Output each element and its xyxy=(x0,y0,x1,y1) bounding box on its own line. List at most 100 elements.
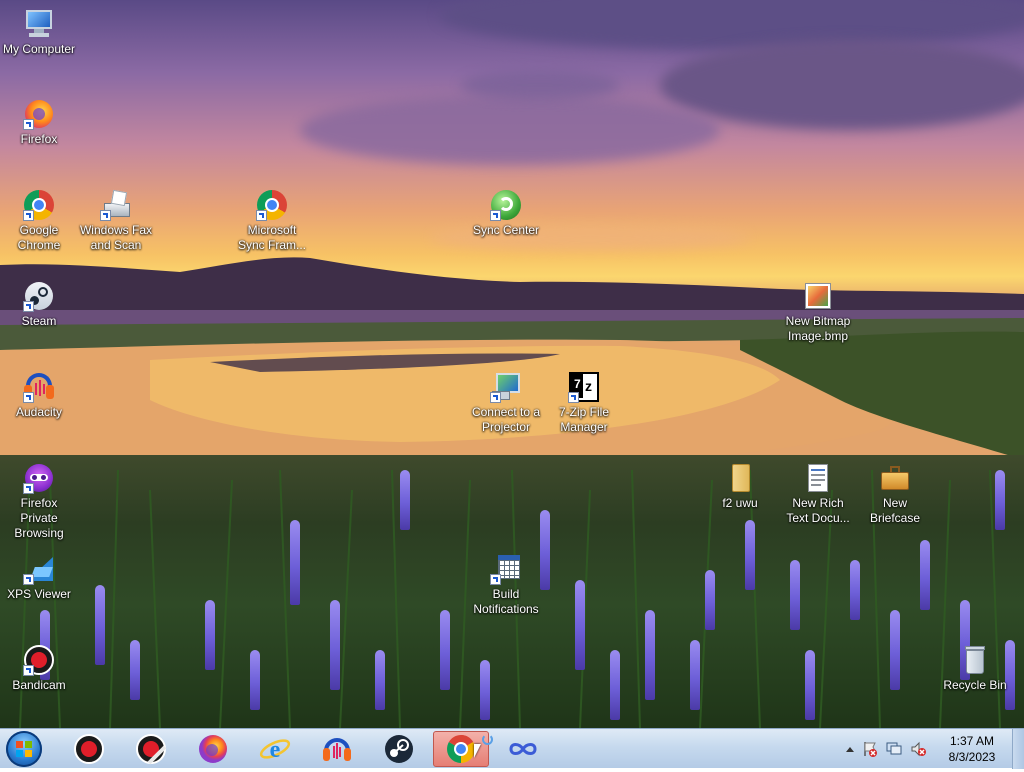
internet-explorer-icon: e xyxy=(259,737,291,763)
steam-icon xyxy=(385,735,413,763)
wallpaper-flower xyxy=(890,610,900,690)
computer-icon xyxy=(23,8,55,40)
desktop-icon-xps-viewer[interactable]: XPS Viewer xyxy=(1,553,77,602)
desktop-icon-new-rich-text[interactable]: New Rich Text Docu... xyxy=(780,462,856,526)
desktop-icon-label: 7-Zip File Manager xyxy=(558,405,609,434)
shortcut-arrow-icon xyxy=(23,392,34,403)
wallpaper-flower xyxy=(440,610,450,690)
wallpaper-flower xyxy=(480,660,490,720)
firefox-private-icon xyxy=(23,462,55,494)
desktop-icon-audacity[interactable]: Audacity xyxy=(1,371,77,420)
shortcut-arrow-icon xyxy=(568,392,579,403)
network-monitor-icon xyxy=(886,742,902,755)
wallpaper-flower xyxy=(400,470,410,530)
desktop-icon-firefox-private[interactable]: Firefox Private Browsing xyxy=(1,462,77,541)
chrome-icon xyxy=(256,189,288,221)
desktop-icon-build-notifications[interactable]: Build Notifications xyxy=(468,553,544,617)
taskbar-button-audacity[interactable] xyxy=(309,731,365,767)
show-desktop-button[interactable] xyxy=(1012,729,1024,769)
chrome-icon xyxy=(23,189,55,221)
volume-muted-icon[interactable] xyxy=(906,729,930,769)
wallpaper-flower xyxy=(250,650,260,710)
mouse-cursor-icon xyxy=(474,744,481,758)
desktop-icon-sync-center[interactable]: Sync Center xyxy=(468,189,544,238)
bitmap-icon xyxy=(802,280,834,312)
bandicam-icon xyxy=(23,644,55,676)
desktop-icon-label: Windows Fax and Scan xyxy=(79,223,153,252)
taskbar-button-chrome[interactable] xyxy=(433,731,493,767)
shortcut-arrow-icon xyxy=(23,483,34,494)
desktop-icon-label: f2 uwu xyxy=(722,496,758,510)
desktop-icon-google-chrome[interactable]: Google Chrome xyxy=(1,189,77,253)
desktop-icon-connect-projector[interactable]: Connect to a Projector xyxy=(468,371,544,435)
desktop-icon-label: Recycle Bin xyxy=(943,678,1007,692)
taskbar-clock[interactable]: 1:37 AM 8/3/2023 xyxy=(930,733,1014,765)
desktop-icon-label: Build Notifications xyxy=(473,587,539,616)
desktop-icon-recycle-bin[interactable]: Recycle Bin xyxy=(937,644,1013,693)
taskbar: e 1:37 AM 8/3/2023 xyxy=(0,728,1024,769)
desktop-icon-new-briefcase[interactable]: New Briefcase xyxy=(857,462,933,526)
taskbar-button-sync-framework[interactable] xyxy=(495,731,551,767)
wallpaper-flower xyxy=(375,650,385,710)
desktop-icon-label: Connect to a Projector xyxy=(471,405,541,434)
shortcut-arrow-icon xyxy=(23,119,34,130)
wallpaper-flower xyxy=(850,560,860,620)
bandicut-icon xyxy=(136,734,167,765)
seven-zip-icon: 7 z xyxy=(568,371,600,403)
shortcut-arrow-icon xyxy=(490,392,501,403)
desktop-icon-f2-uwu[interactable]: f2 uwu xyxy=(702,462,778,511)
shortcut-arrow-icon xyxy=(256,210,267,221)
wallpaper-grass xyxy=(19,469,1001,728)
show-hidden-icons-chevron[interactable] xyxy=(842,729,858,769)
desktop-icon-label: Firefox Private Browsing xyxy=(14,496,64,540)
windows-logo-icon xyxy=(16,741,32,757)
wallpaper-flower xyxy=(330,600,340,690)
desktop-icon-steam[interactable]: Steam xyxy=(1,280,77,329)
build-icon xyxy=(490,553,522,585)
xps-icon xyxy=(23,553,55,585)
shortcut-arrow-icon xyxy=(23,574,34,585)
desktop-icon-my-computer[interactable]: My Computer xyxy=(1,8,77,57)
wallpaper-flower xyxy=(920,540,930,610)
shortcut-arrow-icon xyxy=(490,574,501,585)
desktop-icon-label: Google Chrome xyxy=(17,223,61,252)
steam-icon xyxy=(23,280,55,312)
speaker-icon xyxy=(911,741,926,757)
wallpaper-flower xyxy=(705,570,715,630)
document-icon xyxy=(802,462,834,494)
firefox-icon xyxy=(23,98,55,130)
desktop-icon-label: New Bitmap Image.bmp xyxy=(785,314,851,343)
sync-icon xyxy=(490,189,522,221)
audacity-icon xyxy=(23,371,55,403)
shortcut-arrow-icon xyxy=(100,210,111,221)
desktop[interactable]: My Computer Firefox Google Chrome Window… xyxy=(0,0,1024,728)
desktop-icon-label: New Briefcase xyxy=(869,496,921,525)
desktop-icon-ms-sync-framework[interactable]: Microsoft Sync Fram... xyxy=(234,189,310,253)
desktop-icon-label: Sync Center xyxy=(472,223,540,237)
windows-start-icon[interactable] xyxy=(6,731,42,767)
desktop-icon-seven-zip[interactable]: 7 z 7-Zip File Manager xyxy=(546,371,622,435)
briefcase-icon xyxy=(879,462,911,494)
wallpaper-flower xyxy=(690,640,700,710)
shortcut-arrow-icon xyxy=(23,301,34,312)
shortcut-arrow-icon xyxy=(490,210,501,221)
taskbar-button-internet-explorer[interactable]: e xyxy=(247,731,303,767)
desktop-icon-new-bitmap[interactable]: New Bitmap Image.bmp xyxy=(780,280,856,344)
taskbar-button-bandicut[interactable] xyxy=(123,731,179,767)
desktop-icon-firefox[interactable]: Firefox xyxy=(1,98,77,147)
desktop-icon-windows-fax[interactable]: Windows Fax and Scan xyxy=(78,189,154,253)
wallpaper-flower xyxy=(610,650,620,720)
fax-scanner-icon xyxy=(100,189,132,221)
action-center-flag-icon[interactable] xyxy=(858,729,882,769)
desktop-icon-label: Firefox xyxy=(20,132,58,146)
desktop-icon-label: Audacity xyxy=(15,405,63,419)
taskbar-button-bandicam[interactable] xyxy=(61,731,117,767)
chrome-icon xyxy=(447,735,475,763)
wallpaper-flower xyxy=(995,470,1005,530)
infinity-icon xyxy=(509,743,537,755)
desktop-icon-bandicam[interactable]: Bandicam xyxy=(1,644,77,693)
wallpaper-flower xyxy=(130,640,140,700)
taskbar-button-steam[interactable] xyxy=(371,731,427,767)
taskbar-button-firefox[interactable] xyxy=(185,731,241,767)
network-icon[interactable] xyxy=(882,729,906,769)
